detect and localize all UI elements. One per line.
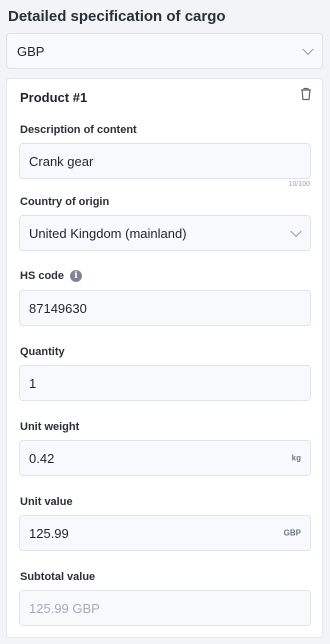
quantity-value: 1 xyxy=(29,375,37,391)
info-icon[interactable]: i xyxy=(70,270,83,282)
origin-value: United Kingdom (mainland) xyxy=(29,225,187,241)
product-title: Product #1 xyxy=(20,90,88,105)
subtotal-label: Subtotal value xyxy=(20,571,96,583)
section-title: Detailed specification of cargo xyxy=(8,8,226,25)
subtotal-field: 125.99 GBP xyxy=(19,590,311,626)
product-card: Product #1 Description of content Crank … xyxy=(6,78,323,638)
quantity-input[interactable]: 1 xyxy=(19,365,311,401)
currency-select-value: GBP xyxy=(17,43,45,59)
description-char-counter: 10/100 xyxy=(288,181,310,188)
hs-code-label-text: HS code xyxy=(20,270,65,282)
unit-value-label: Unit value xyxy=(20,496,73,508)
unit-value-value: 125.99 xyxy=(29,525,69,541)
unit-weight-input[interactable]: 0.42 kg xyxy=(19,440,311,476)
description-input[interactable]: Crank gear xyxy=(19,143,311,179)
unit-value-input[interactable]: 125.99 GBP xyxy=(19,515,311,551)
origin-select[interactable]: United Kingdom (mainland) xyxy=(19,215,311,251)
hs-code-input[interactable]: 87149630 xyxy=(19,290,311,326)
description-label: Description of content xyxy=(20,124,137,136)
hs-code-label: HS code i xyxy=(20,270,83,282)
unit-weight-label: Unit weight xyxy=(20,421,80,433)
currency-select[interactable]: GBP xyxy=(6,33,323,69)
unit-weight-unit: kg xyxy=(291,453,301,463)
hs-code-value: 87149630 xyxy=(29,300,87,316)
chevron-down-icon xyxy=(302,43,314,56)
origin-label: Country of origin xyxy=(20,196,110,208)
unit-weight-value: 0.42 xyxy=(29,450,55,466)
unit-value-currency: GBP xyxy=(283,528,301,538)
subtotal-value: 125.99 GBP xyxy=(29,600,100,616)
chevron-down-icon xyxy=(290,225,302,238)
quantity-label: Quantity xyxy=(20,346,65,358)
description-value: Crank gear xyxy=(29,153,94,169)
trash-icon[interactable] xyxy=(300,87,312,101)
